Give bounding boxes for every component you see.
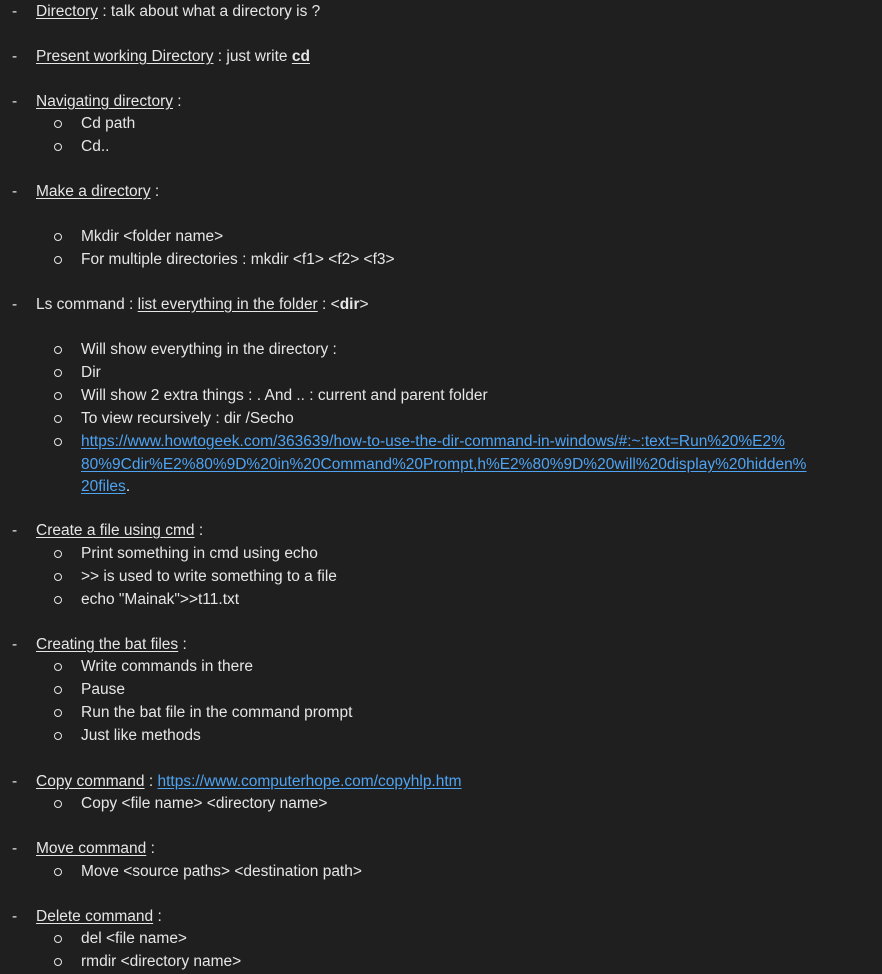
- heading-rest: : just write: [213, 48, 292, 65]
- list-item: echo "Mainak">>t11.txt: [0, 589, 882, 611]
- dash-bullet: -: [12, 522, 18, 539]
- dash-bullet: -: [12, 93, 18, 110]
- cmd-cd: cd: [291, 48, 310, 65]
- circle-bullet-icon: [54, 868, 62, 876]
- dash-bullet: -: [12, 48, 18, 65]
- section-delete: - Delete command :: [0, 906, 882, 928]
- dash-bullet: -: [12, 296, 18, 313]
- dash-bullet: -: [12, 183, 18, 200]
- section-directory: - Directory : talk about what a director…: [0, 1, 882, 23]
- dash-bullet: -: [12, 773, 18, 790]
- section-bat: - Creating the bat files :: [0, 634, 882, 656]
- howtogeek-link-part-2[interactable]: 80%9Cdir%E2%80%9D%20in%20Command%20Promp…: [81, 454, 806, 476]
- list-item: Pause: [0, 679, 882, 701]
- circle-bullet-icon: [54, 438, 62, 446]
- link-continuation: 20files.: [81, 478, 131, 495]
- heading-ls: list everything in the folder: [137, 296, 318, 313]
- circle-bullet-icon: [54, 143, 62, 151]
- list-item: del <file name>: [0, 928, 882, 950]
- section-pwd: - Present working Directory : just write…: [0, 46, 882, 68]
- list-item: To view recursively : dir /Secho: [0, 408, 882, 430]
- list-item: Move <source paths> <destination path>: [0, 861, 882, 883]
- section-move: - Move command :: [0, 838, 882, 860]
- list-item: rmdir <directory name>: [0, 951, 882, 973]
- heading-rest: :: [146, 840, 155, 857]
- list-item: Cd path: [0, 113, 882, 135]
- list-item: Write commands in there: [0, 656, 882, 678]
- list-item: Cd..: [0, 136, 882, 158]
- heading-copy: Copy command: [36, 773, 145, 790]
- document: - Directory : talk about what a director…: [0, 0, 882, 974]
- circle-bullet-icon: [54, 346, 62, 354]
- circle-bullet-icon: [54, 415, 62, 423]
- list-item: Will show 2 extra things : . And .. : cu…: [0, 385, 882, 407]
- heading-rest: :: [178, 636, 187, 653]
- circle-bullet-icon: [54, 392, 62, 400]
- section-navigate: - Navigating directory :: [0, 91, 882, 113]
- dash-bullet: -: [12, 908, 18, 925]
- circle-bullet-icon: [54, 596, 62, 604]
- list-item: Print something in cmd using echo: [0, 543, 882, 565]
- list-item: Mkdir <folder name>: [0, 226, 882, 248]
- circle-bullet-icon: [54, 663, 62, 671]
- section-create-file: - Create a file using cmd :: [0, 520, 882, 542]
- heading-rest: :: [172, 93, 182, 110]
- heading-delete: Delete command: [36, 908, 154, 925]
- section-copy: - Copy command : https://www.computerhop…: [0, 771, 882, 793]
- heading-navigate: Navigating directory: [36, 93, 173, 110]
- list-item: Copy <file name> <directory name>: [0, 793, 882, 815]
- heading-rest: :: [144, 773, 158, 790]
- list-item: Will show everything in the directory :: [0, 339, 882, 361]
- circle-bullet-icon: [54, 800, 62, 808]
- circle-bullet-icon: [54, 256, 62, 264]
- list-item: Dir: [0, 362, 882, 384]
- list-item: For multiple directories : mkdir <f1> <f…: [0, 249, 882, 271]
- list-item: https://www.howtogeek.com/363639/how-to-…: [0, 431, 882, 453]
- heading-pwd: Present working Directory: [36, 48, 214, 65]
- heading-directory: Directory: [36, 3, 99, 20]
- circle-bullet-icon: [54, 686, 62, 694]
- list-item: >> is used to write something to a file: [0, 566, 882, 588]
- heading-mkdir: Make a directory: [36, 183, 151, 200]
- heading-bat: Creating the bat files: [36, 636, 179, 653]
- computerhope-link[interactable]: https://www.computerhope.com/copyhlp.htm: [157, 773, 461, 790]
- list-item: Just like methods: [0, 725, 882, 747]
- circle-bullet-icon: [54, 369, 62, 377]
- dash-bullet: -: [12, 840, 18, 857]
- cmd-dir: dir: [339, 296, 360, 313]
- heading-rest: :: [153, 908, 162, 925]
- dash-bullet: -: [12, 636, 18, 653]
- list-item: Run the bat file in the command prompt: [0, 702, 882, 724]
- circle-bullet-icon: [54, 550, 62, 558]
- heading-create-file: Create a file using cmd: [36, 522, 195, 539]
- circle-bullet-icon: [54, 935, 62, 943]
- circle-bullet-icon: [54, 958, 62, 966]
- circle-bullet-icon: [54, 732, 62, 740]
- howtogeek-link[interactable]: https://www.howtogeek.com/363639/how-to-…: [81, 431, 785, 453]
- heading-rest: :: [194, 522, 204, 539]
- circle-bullet-icon: [54, 120, 62, 128]
- howtogeek-link-part-3[interactable]: 20files: [81, 478, 126, 495]
- section-mkdir: - Make a directory :: [0, 181, 882, 203]
- circle-bullet-icon: [54, 233, 62, 241]
- circle-bullet-icon: [54, 573, 62, 581]
- circle-bullet-icon: [54, 709, 62, 717]
- link-continuation: 80%9Cdir%E2%80%9D%20in%20Command%20Promp…: [0, 454, 882, 476]
- heading-move: Move command: [36, 840, 147, 857]
- section-ls: - Ls command : list everything in the fo…: [0, 294, 882, 316]
- heading-rest: :: [150, 183, 160, 200]
- dash-bullet: -: [12, 3, 18, 20]
- heading-rest: : talk about what a directory is ?: [98, 3, 321, 20]
